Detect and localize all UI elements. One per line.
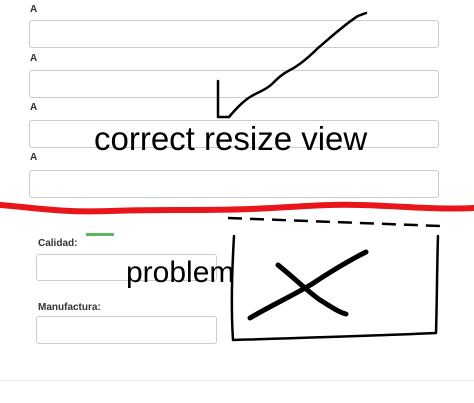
calidad-label: Calidad: <box>38 238 78 249</box>
correct-resize-annotation: correct resize view <box>94 120 368 157</box>
bottom-divider <box>0 380 474 381</box>
text-input-4[interactable] <box>29 170 439 198</box>
x-mark-icon <box>247 249 369 321</box>
field-label-2: A <box>30 53 38 64</box>
status-indicator <box>86 233 114 236</box>
text-input-1[interactable] <box>29 20 439 48</box>
problem-annotation: problem <box>126 256 235 289</box>
screenshot-page: A A A A Calidad: Manufactura: correct re… <box>0 0 474 403</box>
field-label-3: A <box>30 102 38 113</box>
field-label-1: A <box>30 4 38 15</box>
red-divider-stroke <box>0 201 474 215</box>
problem-box-outline <box>230 234 440 342</box>
manufactura-input[interactable] <box>36 316 217 344</box>
text-input-2[interactable] <box>29 70 439 98</box>
field-label-4: A <box>30 152 38 163</box>
manufactura-label: Manufactura: <box>38 302 101 313</box>
problem-box-dashed-top <box>227 216 441 228</box>
